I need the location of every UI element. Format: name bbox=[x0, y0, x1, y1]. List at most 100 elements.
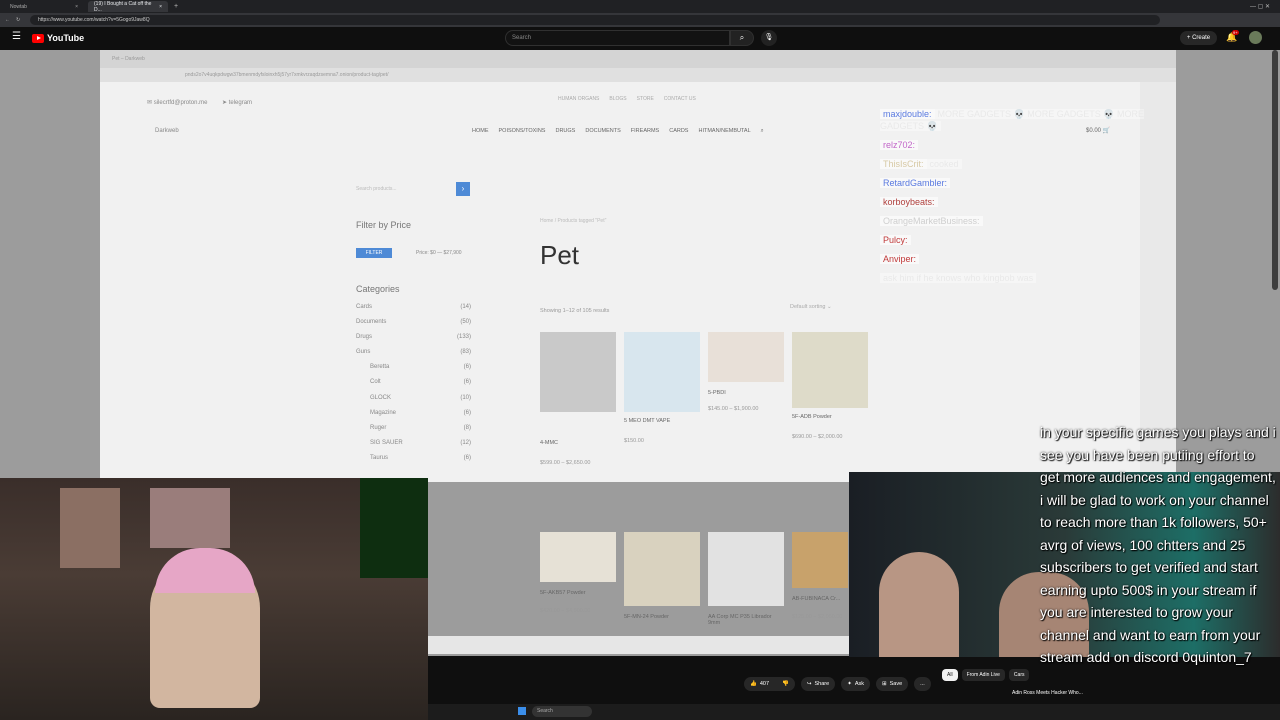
taskbar-search[interactable]: Search bbox=[532, 706, 592, 717]
bookmark-icon: ⊞ bbox=[881, 681, 887, 687]
product-card: 5F-AKB57 Powder $420.00 – $4,900.00 bbox=[540, 532, 616, 614]
list-item: Documents (50) bbox=[356, 319, 471, 326]
product-image bbox=[708, 332, 784, 382]
url-field[interactable]: https://www.youtube.com/watch?v=5Gogo9Ja… bbox=[30, 15, 1160, 25]
product-image bbox=[624, 332, 700, 412]
nav-item: FIREARMS bbox=[630, 128, 660, 134]
search-button[interactable]: ⌕ bbox=[730, 30, 754, 46]
nav-item: CARDS bbox=[669, 128, 689, 134]
thumbs-up-icon: 👍 bbox=[750, 681, 757, 687]
tab-label: Nowtab bbox=[10, 3, 27, 10]
chat-username: RetardGambler: bbox=[880, 178, 951, 188]
new-tab-button[interactable]: + bbox=[174, 3, 178, 10]
share-button[interactable]: ↪ Share bbox=[800, 677, 836, 691]
product-card: 5F-ADB Powder $690.00 – $2,000.00 bbox=[792, 332, 868, 440]
product-card: 4-MMC $599.00 – $2,650.00 bbox=[540, 332, 616, 466]
list-item: Colt (6) bbox=[370, 379, 471, 386]
list-item: Taurus (6) bbox=[370, 454, 471, 461]
windows-taskbar: Search bbox=[428, 704, 1280, 720]
list-item: Cards (14) bbox=[356, 304, 471, 310]
sparkle-icon: ✦ bbox=[847, 681, 852, 687]
nav-item: HITMAN/NEMBUTAL bbox=[698, 128, 751, 134]
related-video-title[interactable]: Adin Ross Meets Hacker Who... bbox=[1012, 690, 1083, 696]
product-image bbox=[708, 532, 784, 606]
site-search-input: Search products... bbox=[356, 186, 397, 192]
create-button[interactable]: + Create bbox=[1180, 31, 1217, 45]
chat-message: korboybeats: bbox=[880, 196, 1150, 208]
chat-username: maxjdouble: bbox=[880, 109, 935, 119]
avatar[interactable] bbox=[1249, 31, 1262, 44]
chevron-right-icon: › bbox=[456, 182, 470, 196]
close-icon[interactable]: × bbox=[159, 4, 162, 10]
top-nav-item: HUMAN ORGANS bbox=[558, 96, 600, 102]
streamer-taskbar bbox=[428, 636, 849, 654]
search-input[interactable]: Search bbox=[505, 30, 730, 46]
chat-message: Pulcy: bbox=[880, 234, 1150, 246]
chip-cars[interactable]: Cars bbox=[1008, 669, 1030, 681]
webcam-streamer bbox=[0, 478, 428, 720]
windows-icon[interactable] bbox=[518, 707, 526, 715]
chat-username: korboybeats: bbox=[880, 197, 938, 207]
site-telegram: ➤ telegram bbox=[222, 100, 253, 106]
close-icon[interactable]: × bbox=[75, 4, 78, 10]
scrollbar[interactable] bbox=[1272, 50, 1278, 290]
product-image bbox=[792, 532, 848, 588]
chat-text: cooked bbox=[926, 159, 962, 169]
product-image bbox=[792, 332, 868, 408]
product-image bbox=[624, 532, 700, 606]
browser-tab-bar: Nowtab × (19) I Bought a Cat off the D...… bbox=[0, 0, 1280, 13]
product-card: 5-PBDI $145.00 – $1,900.00 bbox=[708, 332, 784, 412]
top-nav-item: STORE bbox=[636, 96, 654, 102]
site-logo: Darkweb bbox=[155, 128, 179, 134]
inner-url-bar: pnds2o7v4uqkpdwgw37bmenmdyfsloinxh5j57yr… bbox=[100, 68, 1176, 82]
site-top-nav: HUMAN ORGANS BLOGS STORE CONTACT US bbox=[558, 96, 696, 102]
chat-username: Pulcy: bbox=[880, 235, 911, 245]
address-bar: ← ↻ https://www.youtube.com/watch?v=5Gog… bbox=[0, 13, 1280, 27]
category-list: Cards (14) Documents (50) Drugs (133) Guns(… bbox=[356, 304, 471, 470]
list-item: Beretta (6) bbox=[370, 364, 471, 371]
filter-heading: Filter by Price bbox=[356, 220, 412, 230]
chat-message: Anviper: bbox=[880, 253, 1150, 265]
price-range: Price: $0 — $27,900 bbox=[416, 250, 462, 256]
back-icon[interactable]: ← bbox=[5, 17, 10, 23]
browser-tab-active[interactable]: (19) I Bought a Cat off the D... × bbox=[88, 1, 168, 13]
youtube-logo[interactable]: YouTube bbox=[32, 33, 84, 43]
chat-message: maxjdouble: MORE GADGETS 💀 MORE GADGETS 💀… bbox=[880, 108, 1150, 132]
page-title: Pet bbox=[540, 240, 580, 270]
chip-from-adin-live[interactable]: From Adin Live bbox=[961, 669, 1005, 681]
like-button[interactable]: 👍 407 👎 bbox=[744, 677, 795, 691]
hamburger-icon[interactable]: ☰ bbox=[12, 31, 21, 42]
product-image bbox=[540, 532, 616, 582]
sort-select: Default sorting ⌄ bbox=[790, 304, 832, 310]
browser-tab[interactable]: Nowtab × bbox=[4, 1, 84, 12]
filter-chips: All From Adin Live Cars bbox=[942, 669, 1030, 681]
top-nav-item: CONTACT US bbox=[663, 96, 696, 102]
chat-message: ask him if he knows who kingbob was bbox=[880, 272, 1150, 284]
overlay-message: in your specific games you plays and i s… bbox=[1040, 424, 1276, 665]
list-item: GLOCK (10) bbox=[370, 394, 471, 401]
chip-all[interactable]: All bbox=[942, 669, 958, 681]
chat-username: OrangeMarketBusiness: bbox=[880, 216, 983, 226]
thumbs-down-icon: 👎 bbox=[782, 681, 789, 687]
product-card: 5 MEO DMT VAPE $150.00 bbox=[624, 332, 700, 444]
site-email: ✉ silecrtfd@proton.me bbox=[147, 100, 208, 106]
result-count: Showing 1–12 of 105 results bbox=[540, 308, 610, 314]
reload-icon[interactable]: ↻ bbox=[16, 17, 20, 23]
breadcrumb: Home / Products tagged "Pet" bbox=[540, 218, 607, 224]
site-main-nav: HOME POISONS/TOXINS DRUGS DOCUMENTS FIRE… bbox=[472, 128, 764, 135]
save-button[interactable]: ⊞ Save bbox=[875, 677, 909, 691]
mic-icon[interactable]: 🎙 bbox=[761, 30, 777, 46]
ask-button[interactable]: ✦ Ask bbox=[841, 677, 870, 691]
product-image bbox=[540, 332, 616, 412]
list-item: Ruger (8) bbox=[370, 424, 471, 431]
video-actions: 👍 407 👎 ↪ Share ✦ Ask ⊞ Save ... bbox=[744, 677, 931, 691]
window-controls[interactable]: — ▢ ✕ bbox=[1250, 3, 1270, 10]
inner-tab-bar: Pet – Darkweb bbox=[100, 50, 1176, 68]
more-button[interactable]: ... bbox=[914, 677, 931, 691]
filter-button: FILTER bbox=[356, 248, 392, 258]
nav-item: DRUGS bbox=[555, 128, 576, 134]
chat-username: Anviper: bbox=[880, 254, 920, 264]
list-item: Drugs (133) bbox=[356, 334, 471, 341]
categories-heading: Categories bbox=[356, 284, 400, 294]
list-item: SIG SAUER (12) bbox=[370, 439, 471, 446]
